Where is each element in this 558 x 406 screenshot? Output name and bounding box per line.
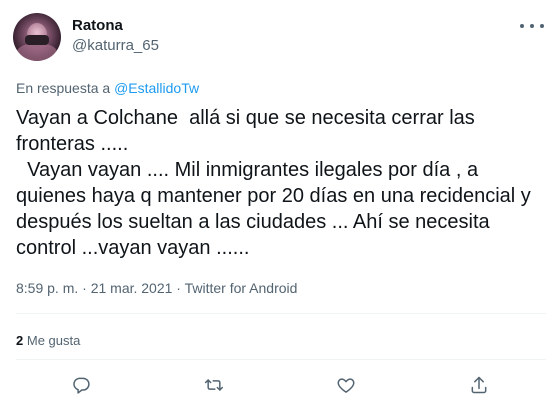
heart-icon xyxy=(337,378,355,393)
tweet-detail: Ratona @katurra_65 En respuesta a @Estal… xyxy=(0,0,558,406)
author-display-name[interactable]: Ratona xyxy=(72,17,123,34)
share-button[interactable] xyxy=(466,372,492,398)
retweet-button[interactable] xyxy=(201,372,227,398)
avatar-mask xyxy=(25,35,49,45)
reply-context: En respuesta a @EstallidoTw xyxy=(16,80,199,96)
retweet-icon xyxy=(204,379,224,391)
like-button[interactable] xyxy=(333,372,359,398)
divider xyxy=(16,359,546,360)
likes-number: 2 xyxy=(16,333,24,348)
reply-button[interactable] xyxy=(68,372,94,398)
author-handle[interactable]: @katurra_65 xyxy=(72,37,159,54)
more-dot xyxy=(540,24,544,28)
avatar[interactable] xyxy=(13,13,61,61)
more-options-button[interactable] xyxy=(520,18,544,34)
reply-prefix: En respuesta a xyxy=(16,80,115,96)
more-dot xyxy=(530,24,534,28)
likes-count[interactable]: 2 Me gusta xyxy=(16,333,80,348)
more-dots-icon xyxy=(520,24,524,28)
divider xyxy=(16,313,546,314)
reply-mention-link[interactable]: @EstallidoTw xyxy=(114,80,199,96)
action-bar xyxy=(0,372,558,398)
likes-label: Me gusta xyxy=(26,333,81,348)
reply-bubble-icon xyxy=(73,377,90,394)
tweet-timestamp-source[interactable]: 8:59 p. m. · 21 mar. 2021 · Twitter for … xyxy=(16,280,297,296)
tweet-text: Vayan a Colchane allá si que se necesita… xyxy=(16,107,531,259)
share-upload-icon xyxy=(471,376,487,394)
